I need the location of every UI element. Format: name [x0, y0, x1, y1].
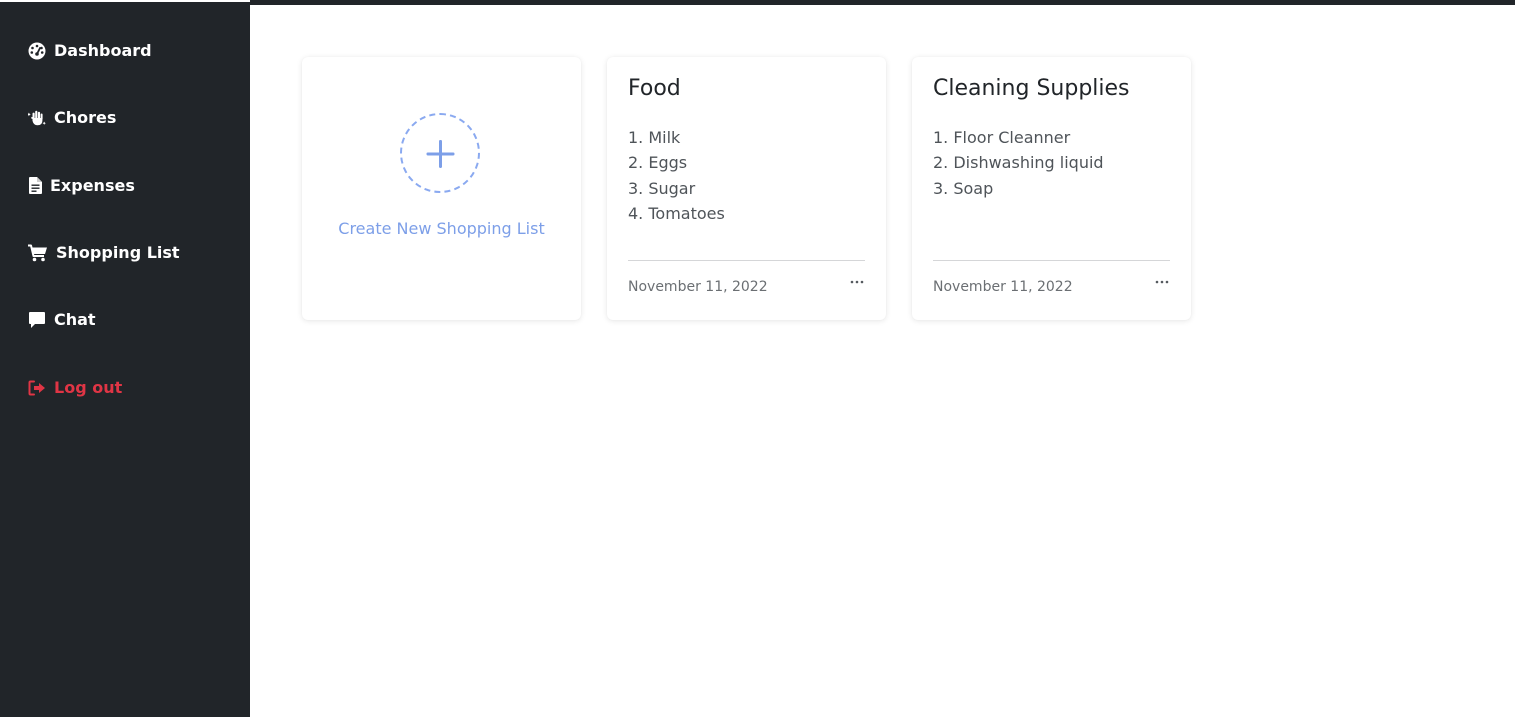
sidebar-item-label: Chat: [54, 310, 96, 329]
chat-bubble-icon: [28, 311, 46, 329]
list-item: 3. Soap: [933, 178, 994, 198]
sidebar-item-chat[interactable]: Chat: [28, 310, 96, 329]
logout-label: Log out: [54, 378, 123, 397]
hand-sparkles-icon: [28, 109, 46, 127]
cart-icon: [28, 244, 48, 262]
list-item: 3. Sugar: [628, 178, 696, 198]
sidebar-item-dashboard[interactable]: Dashboard: [28, 41, 152, 60]
receipt-icon: [28, 177, 42, 195]
ellipsis-icon: [1155, 280, 1169, 284]
sidebar-item-expenses[interactable]: Expenses: [28, 176, 135, 195]
card-menu-button[interactable]: [845, 275, 869, 289]
plus-icon: [426, 140, 455, 168]
list-item: 2. Dishwashing liquid: [933, 153, 1104, 173]
sidebar-item-label: Chores: [54, 108, 117, 127]
sidebar-top-line: [0, 0, 250, 2]
logout-icon: [28, 379, 46, 397]
create-list-label[interactable]: Create New Shopping List: [302, 219, 581, 238]
sidebar-item-shopping-list[interactable]: Shopping List: [28, 243, 180, 262]
plus-circle[interactable]: [400, 113, 480, 193]
list-items: 1. Milk 2. Eggs 3. Sugar 4. Tomatoes: [628, 125, 725, 226]
list-date: November 11, 2022: [628, 279, 768, 295]
list-item: 1. Milk: [628, 128, 681, 147]
list-items: 1. Floor Cleanner 2. Dishwashing liquid …: [933, 125, 1104, 201]
card-divider: [628, 260, 865, 261]
logout-button[interactable]: Log out: [28, 378, 122, 397]
create-list-card[interactable]: Create New Shopping List: [302, 57, 581, 320]
sidebar-item-label: Expenses: [50, 176, 135, 195]
list-item: 1. Floor Cleanner: [933, 128, 1071, 147]
card-menu-button[interactable]: [1150, 275, 1174, 289]
sidebar: Dashboard Chores Expenses Shopping List …: [0, 0, 250, 717]
list-item: 2. Eggs: [628, 153, 688, 173]
dashboard-icon: [28, 42, 46, 60]
list-title: Food: [628, 76, 681, 101]
sidebar-item-chores[interactable]: Chores: [28, 108, 116, 127]
shopping-list-card[interactable]: Food 1. Milk 2. Eggs 3. Sugar 4. Tomatoe…: [607, 57, 886, 320]
sidebar-item-label: Dashboard: [54, 41, 152, 60]
list-item: 4. Tomatoes: [628, 203, 725, 223]
sidebar-item-label: Shopping List: [56, 243, 180, 262]
list-date: November 11, 2022: [933, 279, 1073, 295]
shopping-list-card[interactable]: Cleaning Supplies 1. Floor Cleanner 2. D…: [912, 57, 1191, 320]
card-divider: [933, 260, 1170, 261]
ellipsis-icon: [850, 280, 864, 284]
list-title: Cleaning Supplies: [933, 76, 1130, 101]
